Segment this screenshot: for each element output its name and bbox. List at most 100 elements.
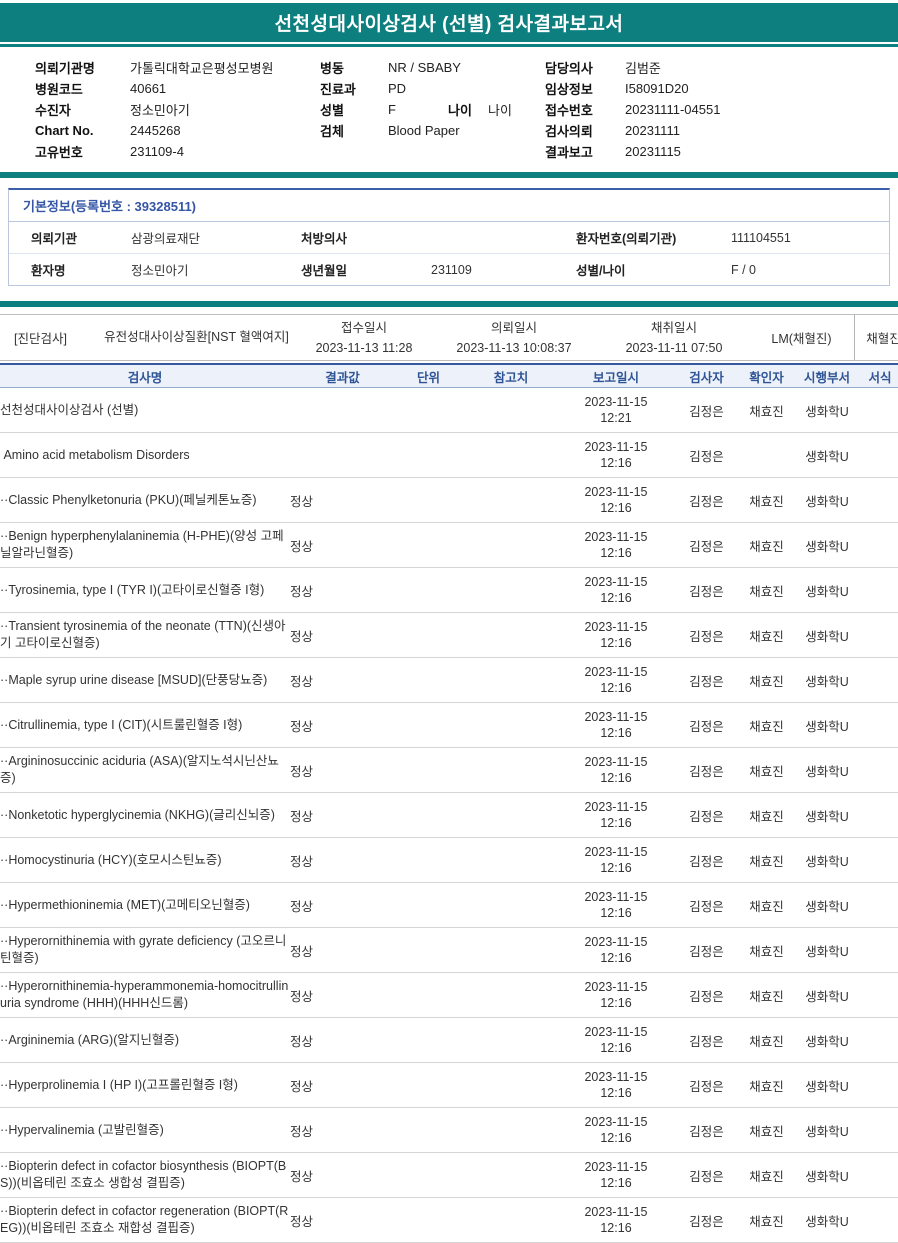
form-value bbox=[862, 927, 898, 973]
confirmer-name: 채효진 bbox=[741, 837, 792, 883]
department-name: 생화학U bbox=[792, 882, 862, 928]
time-label: 의뢰일시 bbox=[490, 320, 537, 335]
test-name: ··Classic Phenylketonuria (PKU)(페닐케톤뇨증) bbox=[0, 477, 290, 523]
patient-header-left-column: 의뢰기관명 가톨릭대학교은평성모병원 병원코드 40661 수진자 정소민아기 Chart … bbox=[35, 57, 320, 162]
result-value: 정상 bbox=[290, 477, 395, 523]
tester-name: 김정은 bbox=[672, 387, 741, 433]
header-field-row: 진료과 PD bbox=[320, 78, 545, 99]
report-time: 12:16 bbox=[600, 816, 632, 830]
report-page: 선천성대사이상검사 (선별) 검사결과보고서 의뢰기관명 가톨릭대학교은평성모병원… bbox=[0, 3, 898, 1243]
field-value: 111104551 bbox=[731, 230, 791, 245]
report-time: 12:16 bbox=[600, 1041, 632, 1055]
time-label: 채취일시 bbox=[650, 320, 697, 335]
field-label: 나이 bbox=[448, 103, 472, 118]
form-value bbox=[862, 612, 898, 658]
field-label: 환자명 bbox=[31, 264, 66, 278]
reference-value bbox=[462, 387, 560, 433]
report-time: 12:16 bbox=[600, 681, 632, 695]
reference-value bbox=[462, 612, 560, 658]
results-table-header: 검사명 결과값 단위 참고치 보고일시 검사자 확인자 시행부서 서식 bbox=[0, 363, 898, 388]
unit-value bbox=[395, 1152, 462, 1198]
report-time: 12:16 bbox=[600, 726, 632, 740]
field-value: 40661 bbox=[130, 81, 167, 96]
report-time: 12:16 bbox=[600, 1086, 632, 1100]
report-time: 12:16 bbox=[600, 906, 632, 920]
form-value bbox=[862, 1107, 898, 1153]
patient-header-middle-column: 병동 NR / SBABY 진료과 PD 성별 F 나이 나이 검체 Blood Paper bbox=[320, 57, 545, 162]
reference-value bbox=[462, 567, 560, 613]
field-value: F / 0 bbox=[731, 262, 757, 277]
unit-value bbox=[395, 612, 462, 658]
reference-value bbox=[462, 1017, 560, 1063]
field-label: 성별 bbox=[320, 103, 344, 118]
report-time: 12:16 bbox=[600, 546, 632, 560]
test-name: Amino acid metabolism Disorders bbox=[0, 432, 290, 478]
field-value: 2445268 bbox=[130, 123, 181, 138]
field-value: 나이 bbox=[488, 103, 512, 118]
reference-value bbox=[462, 882, 560, 928]
result-row: ··Tyrosinemia, type I (TYR I)(고타이로신혈증 I형… bbox=[0, 567, 898, 613]
result-row: ··Benign hyperphenylalaninemia (H-PHE)(양… bbox=[0, 522, 898, 568]
confirmer-name bbox=[741, 432, 792, 478]
report-datetime: 2023-11-15 12:16 bbox=[560, 522, 672, 568]
form-value bbox=[862, 1197, 898, 1243]
unit-value bbox=[395, 657, 462, 703]
unit-value bbox=[395, 567, 462, 613]
header-field-row: 결과보고 20231115 bbox=[545, 141, 898, 162]
result-value bbox=[290, 432, 395, 478]
unit-value bbox=[395, 1017, 462, 1063]
reference-value bbox=[462, 432, 560, 478]
report-title-bar: 선천성대사이상검사 (선별) 검사결과보고서 bbox=[0, 3, 898, 42]
field-label: 의뢰기관명 bbox=[35, 61, 95, 76]
test-name: ··Transient tyrosinemia of the neonate (… bbox=[0, 612, 290, 658]
report-datetime: 2023-11-15 12:16 bbox=[560, 477, 672, 523]
time-value: 2023-11-11 07:50 bbox=[625, 340, 723, 355]
result-row: ··Nonketotic hyperglycinemia (NKHG)(글리신뇌… bbox=[0, 792, 898, 838]
result-value: 정상 bbox=[290, 927, 395, 973]
report-date: 2023-11-15 bbox=[584, 664, 648, 679]
reference-value bbox=[462, 972, 560, 1018]
result-value: 정상 bbox=[290, 837, 395, 883]
diagnosis-time-column: 접수일시 2023-11-13 11:28 bbox=[299, 318, 429, 358]
form-value bbox=[862, 522, 898, 568]
report-datetime: 2023-11-15 12:16 bbox=[560, 1017, 672, 1063]
department-name: 생화학U bbox=[792, 432, 862, 478]
results-table-body: 선천성대사이상검사 (선별) 2023-11-15 12:21 김정은 채효진 생화학U … bbox=[0, 387, 898, 1243]
test-name: ··Hyperornithinemia-hyperammonemia-homoc… bbox=[0, 972, 290, 1018]
confirmer-name: 채효진 bbox=[741, 657, 792, 703]
result-row: ··Argininosuccinic aciduria (ASA)(알지노석시닌… bbox=[0, 747, 898, 793]
tester-name: 김정은 bbox=[672, 702, 741, 748]
report-time: 12:16 bbox=[600, 996, 632, 1010]
report-datetime: 2023-11-15 12:16 bbox=[560, 792, 672, 838]
report-date: 2023-11-15 bbox=[584, 1069, 648, 1084]
confirmer-name: 채효진 bbox=[741, 387, 792, 433]
report-date: 2023-11-15 bbox=[584, 1159, 648, 1174]
report-datetime: 2023-11-15 12:16 bbox=[560, 567, 672, 613]
report-time: 12:16 bbox=[600, 771, 632, 785]
column-header: 보고일시 bbox=[560, 363, 672, 388]
department-name: 생화학U bbox=[792, 1107, 862, 1153]
unit-value bbox=[395, 747, 462, 793]
test-name: ··Argininemia (ARG)(알지닌혈증) bbox=[0, 1017, 290, 1063]
department-name: 생화학U bbox=[792, 657, 862, 703]
form-value bbox=[862, 837, 898, 883]
confirmer-name: 채효진 bbox=[741, 702, 792, 748]
field-label: 의뢰기관 bbox=[31, 232, 78, 246]
diagnosis-times: 접수일시 2023-11-13 11:28 의뢰일시 2023-11-13 10:08… bbox=[299, 318, 749, 358]
report-datetime: 2023-11-15 12:16 bbox=[560, 1197, 672, 1243]
report-date: 2023-11-15 bbox=[584, 439, 648, 454]
field-value: 정소민아기 bbox=[131, 264, 189, 278]
result-value: 정상 bbox=[290, 522, 395, 568]
patient-header: 의뢰기관명 가톨릭대학교은평성모병원 병원코드 40661 수진자 정소민아기 Chart … bbox=[0, 47, 898, 170]
department-name: 생화학U bbox=[792, 477, 862, 523]
report-datetime: 2023-11-15 12:16 bbox=[560, 1107, 672, 1153]
reference-value bbox=[462, 747, 560, 793]
test-name: ··Tyrosinemia, type I (TYR I)(고타이로신혈증 I형… bbox=[0, 567, 290, 613]
field-label: 검사의뢰 bbox=[545, 124, 593, 139]
field-value: Blood Paper bbox=[388, 123, 460, 138]
confirmer-name: 채효진 bbox=[741, 612, 792, 658]
department-name: 생화학U bbox=[792, 387, 862, 433]
unit-value bbox=[395, 882, 462, 928]
tester-name: 김정은 bbox=[672, 567, 741, 613]
column-header: 결과값 bbox=[290, 363, 395, 388]
